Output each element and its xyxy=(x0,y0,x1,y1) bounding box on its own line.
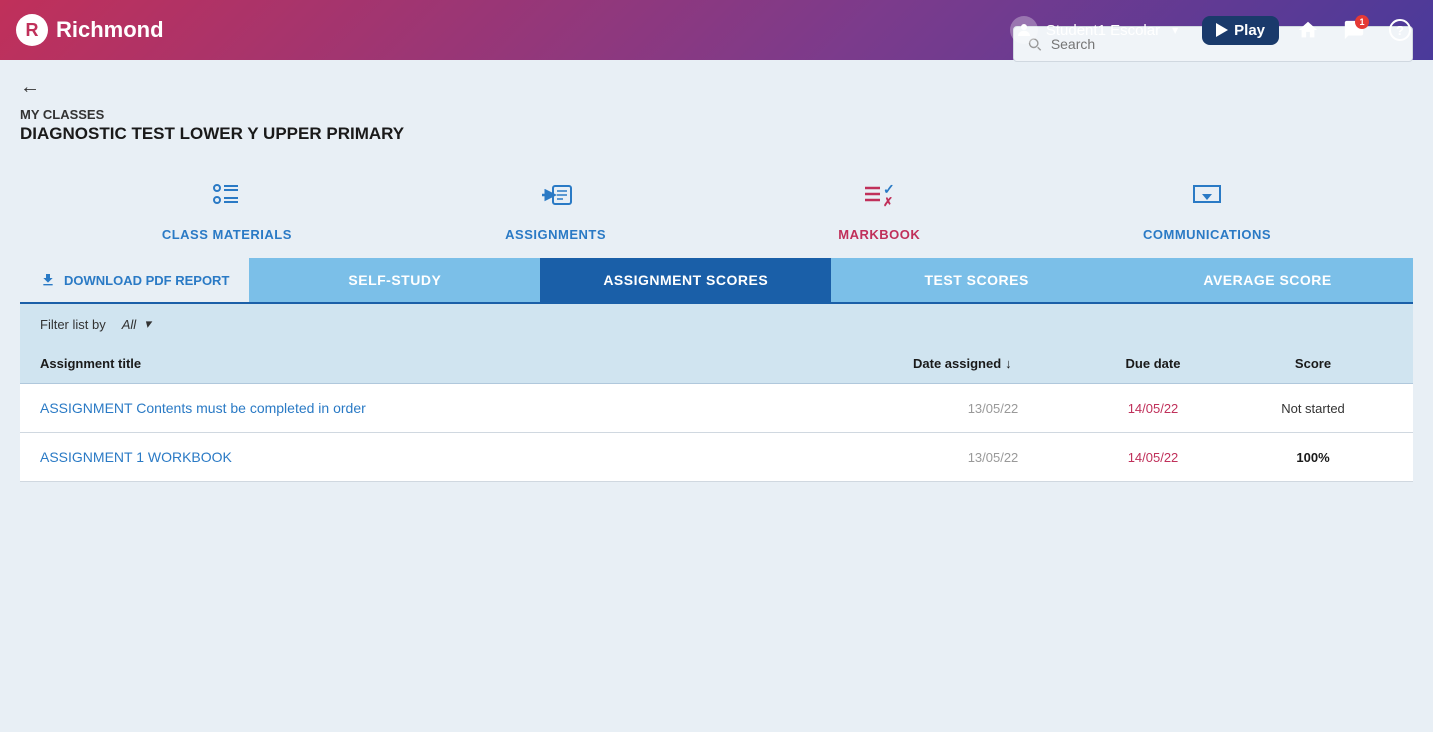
play-button[interactable]: Play xyxy=(1202,16,1279,45)
class-materials-label: CLASS MATERIALS xyxy=(162,227,292,242)
svg-text:?: ? xyxy=(1396,23,1404,38)
tabs-row: DOWNLOAD PDF REPORT SELF-STUDY ASSIGNMEN… xyxy=(20,258,1413,302)
score-cell: Not started xyxy=(1233,401,1393,416)
tab-assignment-scores[interactable]: ASSIGNMENT SCORES xyxy=(540,258,831,302)
filter-row: Filter list by All ▾ xyxy=(20,302,1413,344)
nav-markbook[interactable]: ✓ ✗ MARKBOOK xyxy=(819,176,939,242)
assignments-label: ASSIGNMENTS xyxy=(505,227,606,242)
date-assigned-cell: 13/05/22 xyxy=(913,401,1073,416)
tab-self-study[interactable]: SELF-STUDY xyxy=(249,258,540,302)
nav-assignments[interactable]: ASSIGNMENTS xyxy=(496,176,616,242)
main-content: ← MY CLASSES DIAGNOSTIC TEST LOWER Y UPP… xyxy=(0,60,1433,498)
table-row: ASSIGNMENT 1 WORKBOOK 13/05/22 14/05/22 … xyxy=(20,433,1413,482)
logo-text: Richmond xyxy=(56,17,164,43)
home-nav-icon[interactable] xyxy=(1291,13,1325,47)
table-row: ASSIGNMENT Contents must be completed in… xyxy=(20,384,1413,433)
col-header-due: Due date xyxy=(1073,356,1233,371)
play-label: Play xyxy=(1234,22,1265,39)
col-header-score: Score xyxy=(1233,356,1393,371)
svg-text:✗: ✗ xyxy=(883,195,893,209)
score-cell: 100% xyxy=(1233,450,1393,465)
table-header: Assignment title Date assigned ↓ Due dat… xyxy=(20,344,1413,384)
play-triangle-icon xyxy=(1216,23,1228,37)
assignment-title-link[interactable]: ASSIGNMENT 1 WORKBOOK xyxy=(40,449,913,465)
assignment-title-link[interactable]: ASSIGNMENT Contents must be completed in… xyxy=(40,400,913,416)
nav-row: CLASS MATERIALS ASSIGNMENTS xyxy=(20,160,1413,258)
messages-nav-icon[interactable]: 1 xyxy=(1337,13,1371,47)
assignments-icon xyxy=(537,176,575,219)
communications-label: COMMUNICATIONS xyxy=(1143,227,1271,242)
tabs-section: DOWNLOAD PDF REPORT SELF-STUDY ASSIGNMEN… xyxy=(20,258,1413,302)
tab-test-scores[interactable]: TEST SCORES xyxy=(831,258,1122,302)
col-header-title: Assignment title xyxy=(40,356,913,371)
nav-class-materials[interactable]: CLASS MATERIALS xyxy=(162,176,292,242)
logo: R Richmond xyxy=(16,14,164,46)
date-assigned-cell: 13/05/22 xyxy=(913,450,1073,465)
user-avatar-icon xyxy=(1010,16,1038,44)
markbook-icon: ✓ ✗ xyxy=(860,176,898,219)
filter-select[interactable]: All ▾ xyxy=(122,316,151,332)
filter-dropdown-icon: ▾ xyxy=(144,316,151,332)
download-label: DOWNLOAD PDF REPORT xyxy=(64,273,229,288)
data-table: Assignment title Date assigned ↓ Due dat… xyxy=(20,344,1413,482)
communications-icon xyxy=(1188,176,1226,219)
tab-average-score[interactable]: AVERAGE SCORE xyxy=(1122,258,1413,302)
download-icon xyxy=(40,272,56,288)
user-dropdown-icon[interactable]: ▾ xyxy=(1172,23,1178,37)
col-header-date: Date assigned ↓ xyxy=(913,356,1073,371)
class-title: DIAGNOSTIC TEST LOWER Y UPPER PRIMARY xyxy=(20,124,1413,144)
user-name: Student1 Escolar xyxy=(1046,22,1160,39)
breadcrumb-my-classes: MY CLASSES xyxy=(20,107,1413,122)
help-nav-icon[interactable]: ? xyxy=(1383,13,1417,47)
filter-label: Filter list by xyxy=(40,317,106,332)
class-materials-icon xyxy=(208,176,246,219)
due-date-cell: 14/05/22 xyxy=(1073,401,1233,416)
nav-communications[interactable]: COMMUNICATIONS xyxy=(1143,176,1271,242)
download-pdf-button[interactable]: DOWNLOAD PDF REPORT xyxy=(20,258,249,302)
message-badge: 1 xyxy=(1355,15,1369,29)
filter-value: All xyxy=(122,317,136,332)
due-date-cell: 14/05/22 xyxy=(1073,450,1233,465)
markbook-label: MARKBOOK xyxy=(838,227,920,242)
logo-icon: R xyxy=(16,14,48,46)
user-menu[interactable]: Student1 Escolar ▾ xyxy=(1010,16,1178,44)
back-button[interactable]: ← xyxy=(20,76,40,99)
